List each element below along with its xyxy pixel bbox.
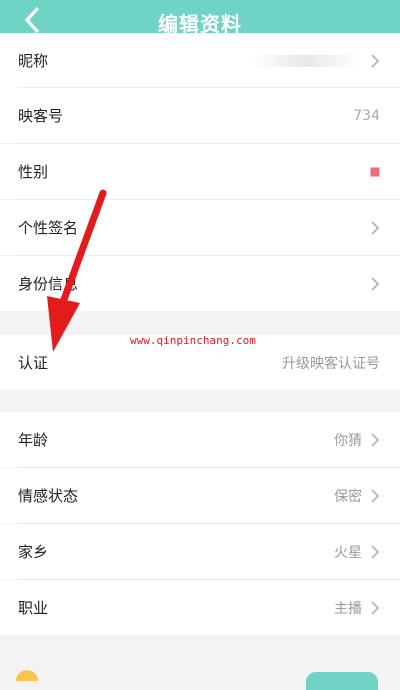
section-gap bbox=[0, 635, 400, 662]
gender-label: 性别 bbox=[18, 163, 49, 181]
id-label: 映客号 bbox=[18, 107, 64, 125]
age-value: 你猜 bbox=[334, 432, 362, 449]
job-row[interactable]: 职业 主播 bbox=[0, 580, 400, 635]
hometown-value: 火星 bbox=[334, 544, 362, 561]
chevron-right-icon bbox=[371, 53, 380, 68]
identity-label: 身份信息 bbox=[18, 275, 79, 293]
signature-label: 个性签名 bbox=[18, 219, 79, 237]
emotion-value: 保密 bbox=[334, 488, 362, 505]
chevron-right-icon bbox=[371, 600, 380, 615]
nickname-label: 昵称 bbox=[18, 52, 49, 70]
chevron-right-icon bbox=[371, 432, 380, 447]
identity-row[interactable]: 身份信息 bbox=[0, 256, 400, 311]
watermark-text: www.qinpinchang.com bbox=[130, 334, 256, 347]
certify-label: 认证 bbox=[18, 354, 49, 372]
id-value: 734 bbox=[353, 107, 380, 124]
section-gap bbox=[0, 311, 400, 335]
age-label: 年龄 bbox=[18, 431, 49, 449]
bottom-action-button[interactable] bbox=[306, 672, 378, 690]
nickname-row[interactable]: 昵称 bbox=[0, 33, 400, 88]
signature-row[interactable]: 个性签名 bbox=[0, 200, 400, 255]
hometown-label: 家乡 bbox=[18, 543, 49, 561]
job-label: 职业 bbox=[18, 599, 49, 617]
age-row[interactable]: 年龄 你猜 bbox=[0, 412, 400, 467]
medal-icon bbox=[16, 670, 38, 681]
hometown-row[interactable]: 家乡 火星 bbox=[0, 524, 400, 579]
nickname-value-blur bbox=[252, 54, 362, 67]
chevron-right-icon bbox=[371, 488, 380, 503]
certify-value: 升级映客认证号 bbox=[282, 355, 380, 372]
job-value: 主播 bbox=[334, 600, 362, 617]
chevron-right-icon bbox=[371, 544, 380, 559]
gender-icon bbox=[370, 166, 380, 177]
chevron-right-icon bbox=[371, 276, 380, 291]
chevron-right-icon bbox=[371, 220, 380, 235]
emotion-row[interactable]: 情感状态 保密 bbox=[0, 468, 400, 523]
id-row: 映客号 734 bbox=[0, 88, 400, 143]
section-gap bbox=[0, 390, 400, 412]
emotion-label: 情感状态 bbox=[18, 487, 79, 505]
gender-row[interactable]: 性别 bbox=[0, 144, 400, 199]
